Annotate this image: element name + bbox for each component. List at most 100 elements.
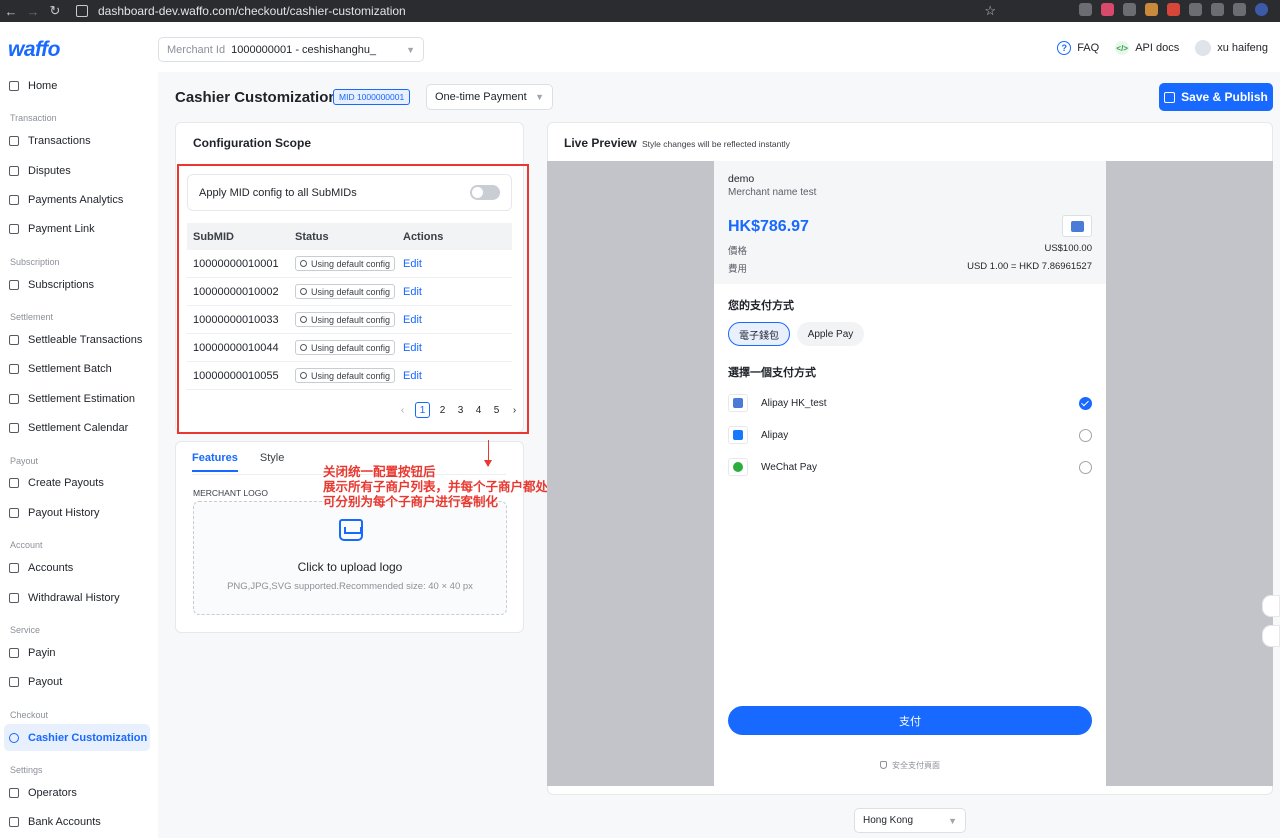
sidebar-item-label: Create Payouts: [28, 476, 104, 489]
sidebar-item-operators[interactable]: Operators: [4, 779, 150, 806]
history-icon: [9, 507, 19, 518]
sidebar-item-label: Home: [28, 79, 58, 92]
reload-icon[interactable]: ↻: [44, 3, 66, 19]
extension-icon[interactable]: [1101, 3, 1114, 16]
status-text: Using default config: [311, 370, 391, 381]
payment-option-alipay[interactable]: Alipay: [728, 423, 1092, 447]
region-select[interactable]: Hong Kong ▼: [854, 808, 966, 833]
inbox-icon: [339, 519, 363, 541]
payin-icon: [9, 647, 19, 658]
radio-unchecked[interactable]: [1079, 428, 1092, 442]
extension-icon[interactable]: [1167, 3, 1180, 16]
sidebar-item-settlement-estimation[interactable]: Settlement Estimation: [4, 385, 150, 412]
page-3[interactable]: 3: [455, 405, 466, 416]
merchant-id-label: Merchant Id: [167, 43, 226, 56]
prev-page-icon[interactable]: ‹: [397, 405, 408, 416]
sidebar-item-withdrawal-history[interactable]: Withdrawal History: [4, 584, 150, 611]
apply-mid-config-toggle[interactable]: [470, 185, 500, 200]
sidebar-item-create-payouts[interactable]: Create Payouts: [4, 469, 150, 496]
sidebar-item-payout[interactable]: Payout: [4, 668, 150, 695]
sidebar-item-label: Accounts: [28, 561, 74, 574]
batch-icon: [9, 363, 19, 374]
wechat-pay-icon: [728, 458, 748, 476]
tab-features[interactable]: Features: [192, 452, 238, 472]
sidebar-section-payout: Payout: [10, 456, 39, 466]
sidebar-item-payin[interactable]: Payin: [4, 639, 150, 666]
submid-table: SubMID Status Actions 10000000010001 Usi…: [187, 223, 512, 390]
tab-style[interactable]: Style: [260, 452, 284, 472]
extension-icon[interactable]: [1079, 3, 1092, 16]
status-text: Using default config: [311, 286, 391, 297]
table-row: 10000000010044 Using default config Edit: [187, 334, 512, 362]
sidebar-item-payout-history[interactable]: Payout History: [4, 499, 150, 526]
puzzle-icon[interactable]: [1189, 3, 1202, 16]
sidebar-item-transactions[interactable]: Transactions: [4, 127, 150, 154]
site-info-icon[interactable]: [76, 5, 88, 17]
extension-icon[interactable]: [1145, 3, 1158, 16]
sidebar-item-payment-link[interactable]: Payment Link: [4, 215, 150, 242]
sidebar-item-settlement-calendar[interactable]: Settlement Calendar: [4, 414, 150, 441]
apps-grid-icon[interactable]: [1262, 595, 1280, 617]
sidebar-item-payments-analytics[interactable]: Payments Analytics: [4, 186, 150, 213]
submid-cell: 10000000010044: [193, 341, 279, 354]
price-value: US$100.00: [1044, 243, 1092, 254]
chart-icon: [9, 194, 19, 205]
sidebar-item-home[interactable]: Home: [4, 72, 150, 99]
tab-search-icon[interactable]: [1211, 3, 1224, 16]
download-icon[interactable]: [1233, 3, 1246, 16]
user-menu[interactable]: xu haifeng: [1195, 40, 1268, 56]
column-header-status: Status: [295, 230, 329, 243]
payment-option-alipay-hk[interactable]: Alipay HK_test: [728, 391, 1092, 415]
submid-cell: 10000000010055: [193, 369, 279, 382]
sidebar-item-label: Payout: [28, 675, 63, 688]
address-bar[interactable]: dashboard-dev.waffo.com/checkout/cashier…: [76, 2, 1006, 20]
sidebar-item-cashier-customization[interactable]: Cashier Customization: [4, 724, 150, 751]
next-page-icon[interactable]: ›: [509, 405, 520, 416]
status-text: Using default config: [311, 258, 391, 269]
status-text: Using default config: [311, 342, 391, 353]
edit-link[interactable]: Edit: [403, 258, 422, 270]
page-1[interactable]: 1: [415, 402, 430, 418]
sidebar-item-label: Operators: [28, 786, 77, 799]
sidebar-item-bank-accounts[interactable]: Bank Accounts: [4, 808, 150, 835]
sidebar-item-disputes[interactable]: Disputes: [4, 157, 150, 184]
pay-button[interactable]: 支付: [728, 706, 1092, 735]
chevron-down-icon: ▼: [535, 92, 544, 102]
radio-checked[interactable]: [1079, 396, 1092, 410]
edit-link[interactable]: Edit: [403, 286, 422, 298]
page-4[interactable]: 4: [473, 405, 484, 416]
save-publish-button[interactable]: Save & Publish: [1159, 83, 1273, 111]
faq-link[interactable]: ? FAQ: [1057, 41, 1099, 55]
sidebar-item-settlement-batch[interactable]: Settlement Batch: [4, 355, 150, 382]
sidebar-section-transaction: Transaction: [10, 113, 57, 123]
edit-link[interactable]: Edit: [403, 370, 422, 382]
payment-option-wechat[interactable]: WeChat Pay: [728, 455, 1092, 479]
bookmark-star-icon[interactable]: ☆: [984, 3, 996, 19]
sidebar-item-settleable-transactions[interactable]: Settleable Transactions: [4, 326, 150, 353]
tab-e-wallet[interactable]: 電子錢包: [728, 322, 790, 346]
merchant-id-select[interactable]: Merchant Id 1000000001 - ceshishanghu_ ▼: [158, 37, 424, 62]
page-2[interactable]: 2: [437, 405, 448, 416]
preview-order-name: demo: [728, 173, 755, 185]
tab-apple-pay[interactable]: Apple Pay: [797, 322, 864, 346]
logo-upload-area[interactable]: Click to upload logo PNG,JPG,SVG support…: [193, 501, 507, 615]
link-icon: [9, 223, 19, 234]
page-5[interactable]: 5: [491, 405, 502, 416]
waffo-logo[interactable]: waffo: [8, 38, 60, 62]
extension-icon[interactable]: [1123, 3, 1136, 16]
sidebar-item-subscriptions[interactable]: Subscriptions: [4, 271, 150, 298]
sidebar-item-accounts[interactable]: Accounts: [4, 554, 150, 581]
edit-link[interactable]: Edit: [403, 314, 422, 326]
preview-merchant-logo: [1062, 215, 1092, 237]
home-icon: [9, 80, 19, 91]
back-icon[interactable]: ←: [0, 4, 22, 19]
column-header-submid: SubMID: [193, 230, 234, 243]
translate-icon[interactable]: [1262, 625, 1280, 647]
bank-icon: [9, 816, 19, 827]
edit-link[interactable]: Edit: [403, 342, 422, 354]
forward-icon[interactable]: →: [22, 4, 44, 19]
api-docs-link[interactable]: </> API docs: [1115, 41, 1179, 55]
profile-icon[interactable]: [1255, 3, 1268, 16]
radio-unchecked[interactable]: [1079, 460, 1092, 474]
payment-type-select[interactable]: One-time Payment ▼: [426, 84, 553, 110]
